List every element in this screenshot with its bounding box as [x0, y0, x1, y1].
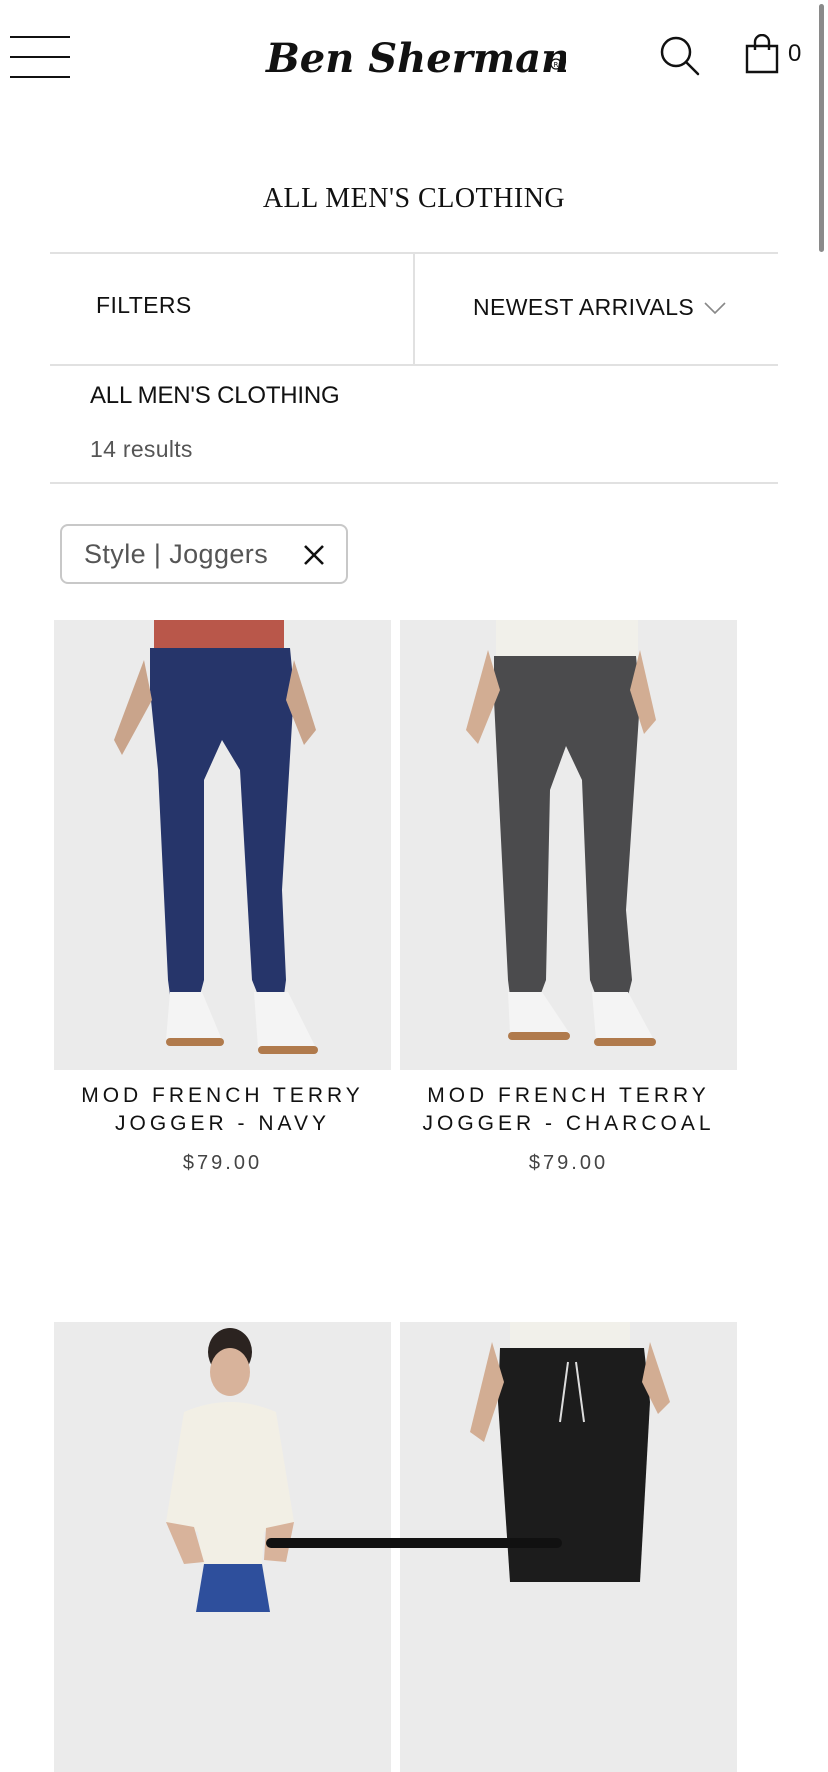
- active-filter-chip[interactable]: Style | Joggers: [60, 524, 348, 584]
- product-card[interactable]: MOD FRENCH TERRY JOGGER - NAVY $79.00: [54, 620, 391, 1175]
- product-name[interactable]: MOD FRENCH TERRY JOGGER - CHARCOAL: [400, 1082, 737, 1138]
- product-image[interactable]: [54, 620, 391, 1070]
- divider: [413, 254, 415, 364]
- search-icon[interactable]: [658, 34, 702, 78]
- filters-button[interactable]: FILTERS: [96, 292, 192, 319]
- product-price: $79.00: [182, 1152, 263, 1174]
- sort-label: NEWEST ARRIVALS: [473, 294, 695, 320]
- results-count: 14 results: [90, 436, 193, 462]
- product-name[interactable]: MOD FRENCH TERRY JOGGER - NAVY: [54, 1082, 391, 1138]
- product-price: $79.00: [528, 1152, 609, 1174]
- brand-logo[interactable]: Ben Sherman R: [262, 28, 570, 84]
- product-card[interactable]: MOD FRENCH TERRY JOGGER - CHARCOAL $79.0…: [400, 620, 737, 1175]
- sort-dropdown[interactable]: NEWEST ARRIVALS: [473, 294, 726, 321]
- svg-text:R: R: [554, 61, 559, 69]
- chevron-down-icon: [704, 301, 726, 314]
- page-title: ALL MEN'S CLOTHING: [262, 183, 566, 214]
- close-icon[interactable]: [302, 543, 326, 567]
- cart-count[interactable]: 0: [788, 40, 801, 68]
- divider: [50, 482, 778, 484]
- brand-logo-wordmark: Ben Sherman R: [265, 35, 570, 82]
- site-header: Ben Sherman R 0: [0, 0, 828, 120]
- hamburger-menu-icon[interactable]: [10, 34, 70, 80]
- collection-title: ALL MEN'S CLOTHING: [90, 382, 340, 409]
- svg-text:Ben Sherman: Ben Sherman: [265, 35, 566, 82]
- product-name-line: MOD FRENCH TERRY: [81, 1084, 364, 1107]
- product-name-line: JOGGER - NAVY: [115, 1112, 330, 1135]
- product-image[interactable]: [400, 620, 737, 1070]
- active-filter-label: Style | Joggers: [84, 538, 269, 569]
- filter-sort-bar: FILTERS NEWEST ARRIVALS: [50, 252, 778, 366]
- home-indicator[interactable]: [266, 1538, 562, 1548]
- product-name-line: JOGGER - CHARCOAL: [422, 1112, 715, 1135]
- shopping-bag-icon[interactable]: [744, 33, 780, 74]
- product-name-line: MOD FRENCH TERRY: [427, 1084, 710, 1107]
